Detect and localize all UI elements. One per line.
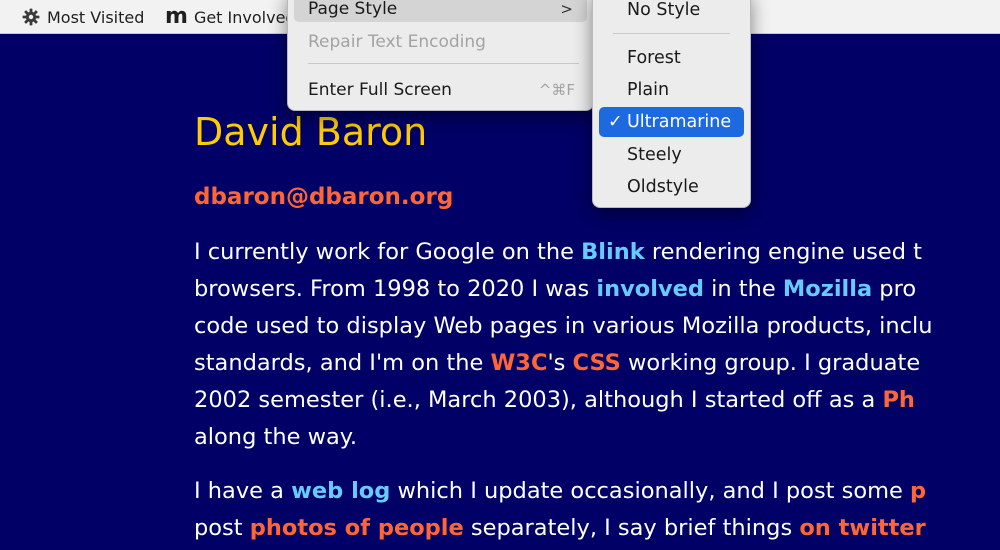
text-line: along the way. (194, 424, 358, 450)
text-line: post photos of people separately, I say … (194, 515, 926, 541)
blink-link[interactable]: Blink (581, 239, 645, 265)
physics-link[interactable]: Ph (882, 387, 915, 413)
menu-separator (613, 33, 730, 34)
mozilla-link[interactable]: Mozilla (783, 276, 872, 302)
chevron-right-icon: > (560, 0, 573, 18)
menu-separator (308, 63, 579, 64)
text-line: code used to display Web pages in variou… (194, 313, 933, 339)
photos-of-people-link[interactable]: photos of people (250, 515, 464, 541)
second-paragraph: I have a web log which I update occasion… (194, 473, 926, 547)
mozilla-logo-icon: m (165, 4, 188, 29)
bookmark-get-involved[interactable]: m Get Involved (165, 0, 296, 34)
intro-paragraph: I currently work for Google on the Blink… (194, 234, 933, 456)
menu-item-repair-text-encoding: Repair Text Encoding (308, 32, 486, 52)
text-line: standards, and I'm on the W3C's CSS work… (194, 350, 921, 376)
page-title: David Baron (194, 110, 428, 154)
style-item-ultramarine[interactable]: ✓ Ultramarine (599, 107, 744, 137)
page-style-submenu: No Style Forest Plain ✓ Ultramarine Stee… (592, 0, 751, 208)
style-item-no-style[interactable]: No Style (599, 0, 744, 25)
involved-link[interactable]: involved (596, 276, 704, 302)
shortcut-label: ^⌘F (538, 81, 575, 99)
gear-icon (22, 8, 40, 26)
style-item-steely[interactable]: Steely (599, 140, 744, 170)
bookmark-label: Most Visited (47, 7, 145, 27)
style-item-plain[interactable]: Plain (599, 75, 744, 105)
view-menu: Page Style > Repair Text Encoding Enter … (287, 0, 594, 111)
text-line: I have a web log which I update occasion… (194, 478, 927, 504)
style-item-forest[interactable]: Forest (599, 43, 744, 73)
text-line: browsers. From 1998 to 2020 I was involv… (194, 276, 917, 302)
photos-link[interactable]: p (910, 478, 926, 504)
w3c-link[interactable]: W3C (490, 350, 547, 376)
checkmark-icon: ✓ (608, 112, 623, 132)
menu-item-enter-full-screen[interactable]: Enter Full Screen ^⌘F (294, 77, 587, 103)
text-line: I currently work for Google on the Blink… (194, 239, 922, 265)
bookmark-most-visited[interactable]: Most Visited (22, 0, 144, 34)
css-link[interactable]: CSS (573, 350, 621, 376)
bookmark-label: Get Involved (193, 7, 296, 27)
style-item-oldstyle[interactable]: Oldstyle (599, 172, 744, 202)
web-log-link[interactable]: web log (291, 478, 390, 504)
twitter-link[interactable]: on twitter (799, 515, 925, 541)
text-line: 2002 semester (i.e., March 2003), althou… (194, 387, 915, 413)
page-content: David Baron dbaron@dbaron.org I currentl… (0, 34, 1000, 550)
menu-item-page-style[interactable]: Page Style > (294, 0, 587, 22)
email-link[interactable]: dbaron@dbaron.org (194, 184, 453, 210)
